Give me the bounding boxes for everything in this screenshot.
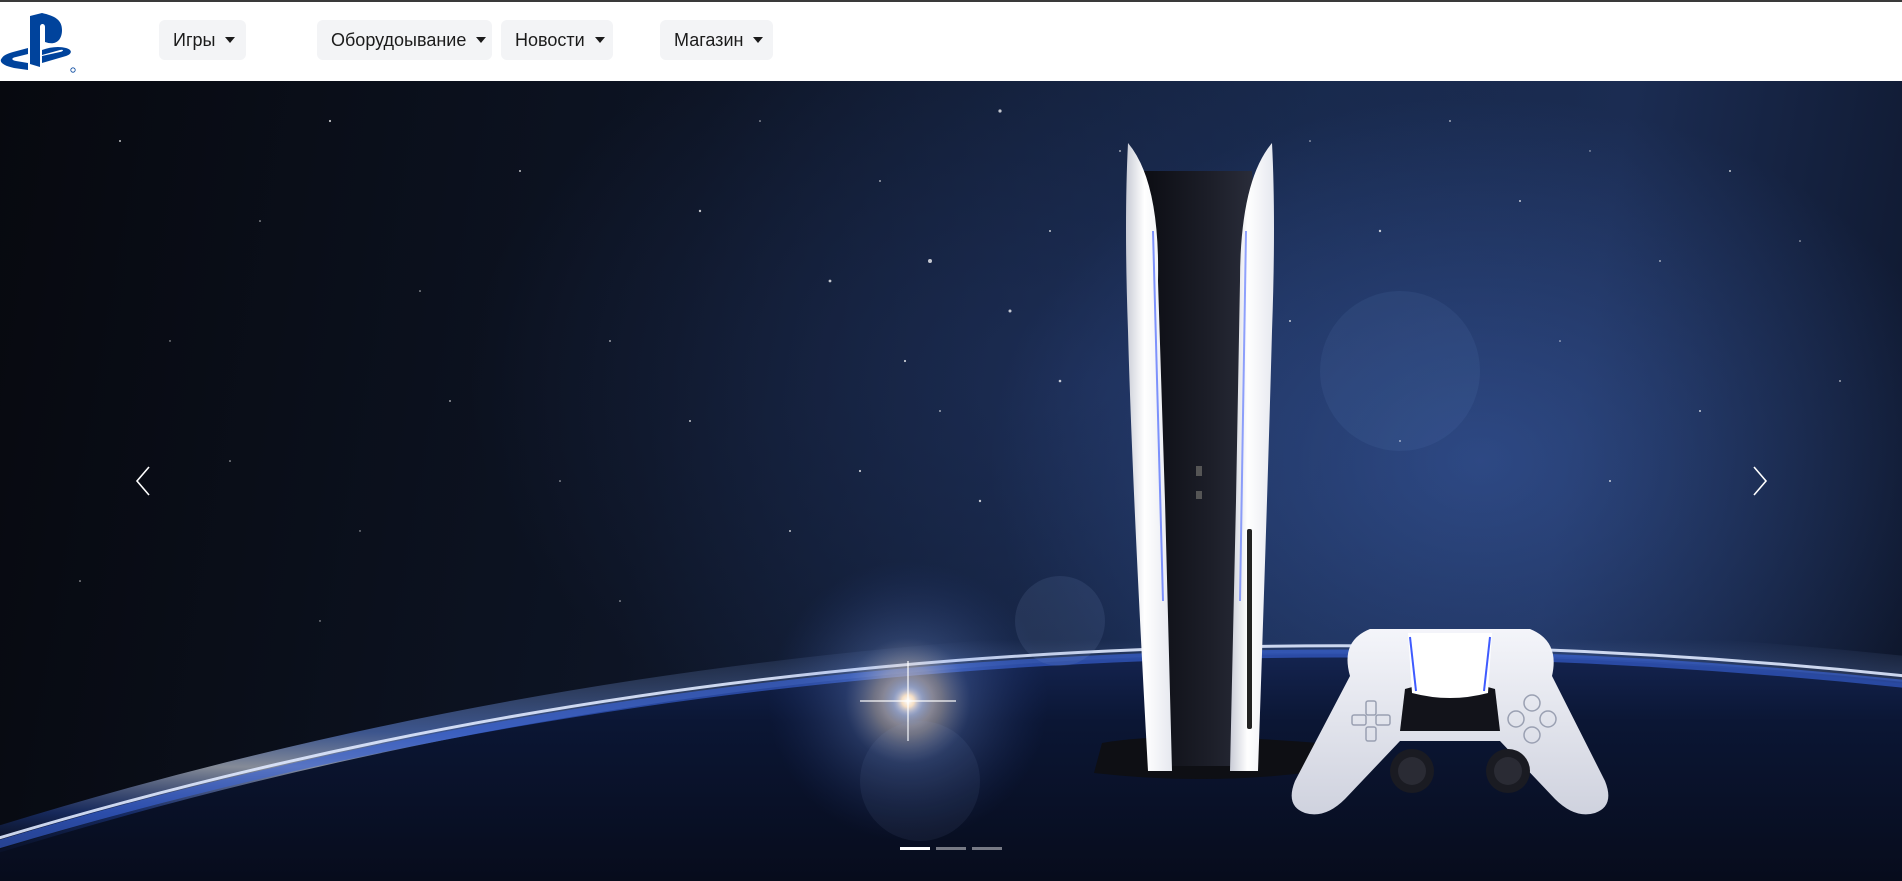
hero-carousel <box>0 81 1902 881</box>
carousel-prev-button[interactable] <box>123 451 163 511</box>
carousel-indicator-3[interactable] <box>972 847 1002 850</box>
nav-store-label: Магазин <box>674 29 744 50</box>
caret-down-icon <box>225 37 236 43</box>
hero-slide-image <box>0 109 1902 881</box>
page: Игры Оборудоывание Новости Магазин <box>0 0 1902 881</box>
carousel-indicator-2[interactable] <box>936 847 966 850</box>
navbar: Игры Оборудоывание Новости Магазин <box>0 0 1902 81</box>
caret-down-icon <box>594 37 605 43</box>
nav-games-dropdown[interactable]: Игры <box>159 20 246 60</box>
nav-store-dropdown[interactable]: Магазин <box>660 20 773 60</box>
carousel-next-button[interactable] <box>1740 451 1780 511</box>
nav-hardware-dropdown[interactable]: Оборудоывание <box>317 20 492 60</box>
chevron-left-icon <box>135 466 150 496</box>
caret-down-icon <box>753 37 764 43</box>
carousel-indicators <box>900 847 1002 850</box>
nav-news-label: Новости <box>515 29 585 50</box>
stars <box>79 109 1841 622</box>
nav-games-label: Игры <box>173 29 216 50</box>
caret-down-icon <box>476 37 487 43</box>
nav-news-dropdown[interactable]: Новости <box>501 20 613 60</box>
playstation-logo-icon[interactable] <box>0 12 80 74</box>
nav-hardware-label: Оборудоывание <box>331 29 467 50</box>
chevron-right-icon <box>1753 466 1768 496</box>
carousel-indicator-1[interactable] <box>900 847 930 850</box>
